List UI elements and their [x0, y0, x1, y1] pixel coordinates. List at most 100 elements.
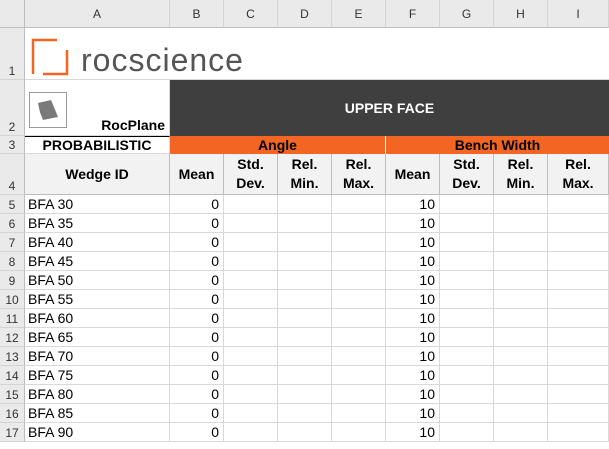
angle-mean-cell[interactable]: 0	[170, 423, 224, 442]
empty-cell[interactable]	[494, 347, 548, 366]
empty-cell[interactable]	[224, 252, 278, 271]
empty-cell[interactable]	[278, 290, 332, 309]
empty-cell[interactable]	[278, 366, 332, 385]
empty-cell[interactable]	[278, 252, 332, 271]
column-header-d[interactable]: D	[278, 0, 332, 28]
row-header-14[interactable]: 14	[0, 366, 25, 385]
wedge-id-cell[interactable]: BFA 65	[25, 328, 170, 347]
empty-cell[interactable]	[332, 309, 386, 328]
empty-cell[interactable]	[494, 271, 548, 290]
angle-mean-cell[interactable]: 0	[170, 214, 224, 233]
angle-mean-cell[interactable]: 0	[170, 252, 224, 271]
empty-cell[interactable]	[332, 366, 386, 385]
bench-mean-cell[interactable]: 10	[386, 214, 440, 233]
angle-mean-cell[interactable]: 0	[170, 233, 224, 252]
wedge-id-cell[interactable]: BFA 30	[25, 195, 170, 214]
empty-cell[interactable]	[332, 290, 386, 309]
empty-cell[interactable]	[548, 404, 609, 423]
empty-cell[interactable]	[494, 404, 548, 423]
angle-mean-cell[interactable]: 0	[170, 385, 224, 404]
bench-mean-cell[interactable]: 10	[386, 233, 440, 252]
row-header-11[interactable]: 11	[0, 309, 25, 328]
select-all-corner[interactable]	[0, 0, 25, 28]
angle-mean-cell[interactable]: 0	[170, 328, 224, 347]
empty-cell[interactable]	[548, 252, 609, 271]
row-header-8[interactable]: 8	[0, 252, 25, 271]
row-header-15[interactable]: 15	[0, 385, 25, 404]
empty-cell[interactable]	[332, 271, 386, 290]
wedge-id-cell[interactable]: BFA 55	[25, 290, 170, 309]
angle-mean-cell[interactable]: 0	[170, 366, 224, 385]
empty-cell[interactable]	[440, 309, 494, 328]
bench-mean-cell[interactable]: 10	[386, 423, 440, 442]
empty-cell[interactable]	[332, 385, 386, 404]
wedge-id-cell[interactable]: BFA 75	[25, 366, 170, 385]
row-header-2[interactable]: 2	[0, 80, 25, 136]
bench-mean-cell[interactable]: 10	[386, 290, 440, 309]
empty-cell[interactable]	[278, 309, 332, 328]
wedge-id-cell[interactable]: BFA 80	[25, 385, 170, 404]
empty-cell[interactable]	[440, 366, 494, 385]
empty-cell[interactable]	[278, 423, 332, 442]
empty-cell[interactable]	[440, 233, 494, 252]
empty-cell[interactable]	[494, 385, 548, 404]
empty-cell[interactable]	[332, 347, 386, 366]
empty-cell[interactable]	[548, 385, 609, 404]
empty-cell[interactable]	[440, 252, 494, 271]
angle-mean-cell[interactable]: 0	[170, 290, 224, 309]
empty-cell[interactable]	[494, 214, 548, 233]
empty-cell[interactable]	[494, 233, 548, 252]
empty-cell[interactable]	[332, 328, 386, 347]
empty-cell[interactable]	[278, 233, 332, 252]
row-header-13[interactable]: 13	[0, 347, 25, 366]
empty-cell[interactable]	[278, 195, 332, 214]
wedge-id-cell[interactable]: BFA 35	[25, 214, 170, 233]
empty-cell[interactable]	[224, 423, 278, 442]
empty-cell[interactable]	[548, 347, 609, 366]
column-header-i[interactable]: I	[548, 0, 609, 28]
bench-mean-cell[interactable]: 10	[386, 252, 440, 271]
column-header-a[interactable]: A	[25, 0, 170, 28]
empty-cell[interactable]	[494, 195, 548, 214]
empty-cell[interactable]	[224, 385, 278, 404]
empty-cell[interactable]	[548, 423, 609, 442]
empty-cell[interactable]	[440, 385, 494, 404]
wedge-id-cell[interactable]: BFA 45	[25, 252, 170, 271]
empty-cell[interactable]	[278, 385, 332, 404]
empty-cell[interactable]	[224, 233, 278, 252]
empty-cell[interactable]	[494, 309, 548, 328]
row-header-5[interactable]: 5	[0, 195, 25, 214]
row-header-17[interactable]: 17	[0, 423, 25, 442]
empty-cell[interactable]	[278, 271, 332, 290]
empty-cell[interactable]	[224, 214, 278, 233]
bench-mean-cell[interactable]: 10	[386, 347, 440, 366]
bench-mean-cell[interactable]: 10	[386, 271, 440, 290]
bench-mean-cell[interactable]: 10	[386, 309, 440, 328]
bench-mean-cell[interactable]: 10	[386, 328, 440, 347]
empty-cell[interactable]	[548, 195, 609, 214]
empty-cell[interactable]	[224, 271, 278, 290]
row-header-1[interactable]: 1	[0, 28, 25, 80]
empty-cell[interactable]	[548, 328, 609, 347]
bench-mean-cell[interactable]: 10	[386, 366, 440, 385]
empty-cell[interactable]	[548, 309, 609, 328]
empty-cell[interactable]	[548, 290, 609, 309]
empty-cell[interactable]	[494, 328, 548, 347]
empty-cell[interactable]	[332, 423, 386, 442]
empty-cell[interactable]	[440, 195, 494, 214]
row-header-16[interactable]: 16	[0, 404, 25, 423]
row-header-10[interactable]: 10	[0, 290, 25, 309]
column-header-g[interactable]: G	[440, 0, 494, 28]
column-header-h[interactable]: H	[494, 0, 548, 28]
empty-cell[interactable]	[332, 195, 386, 214]
column-header-e[interactable]: E	[332, 0, 386, 28]
wedge-id-cell[interactable]: BFA 70	[25, 347, 170, 366]
empty-cell[interactable]	[224, 195, 278, 214]
empty-cell[interactable]	[332, 404, 386, 423]
empty-cell[interactable]	[278, 404, 332, 423]
empty-cell[interactable]	[548, 233, 609, 252]
wedge-id-cell[interactable]: BFA 90	[25, 423, 170, 442]
empty-cell[interactable]	[440, 347, 494, 366]
row-header-12[interactable]: 12	[0, 328, 25, 347]
empty-cell[interactable]	[440, 423, 494, 442]
